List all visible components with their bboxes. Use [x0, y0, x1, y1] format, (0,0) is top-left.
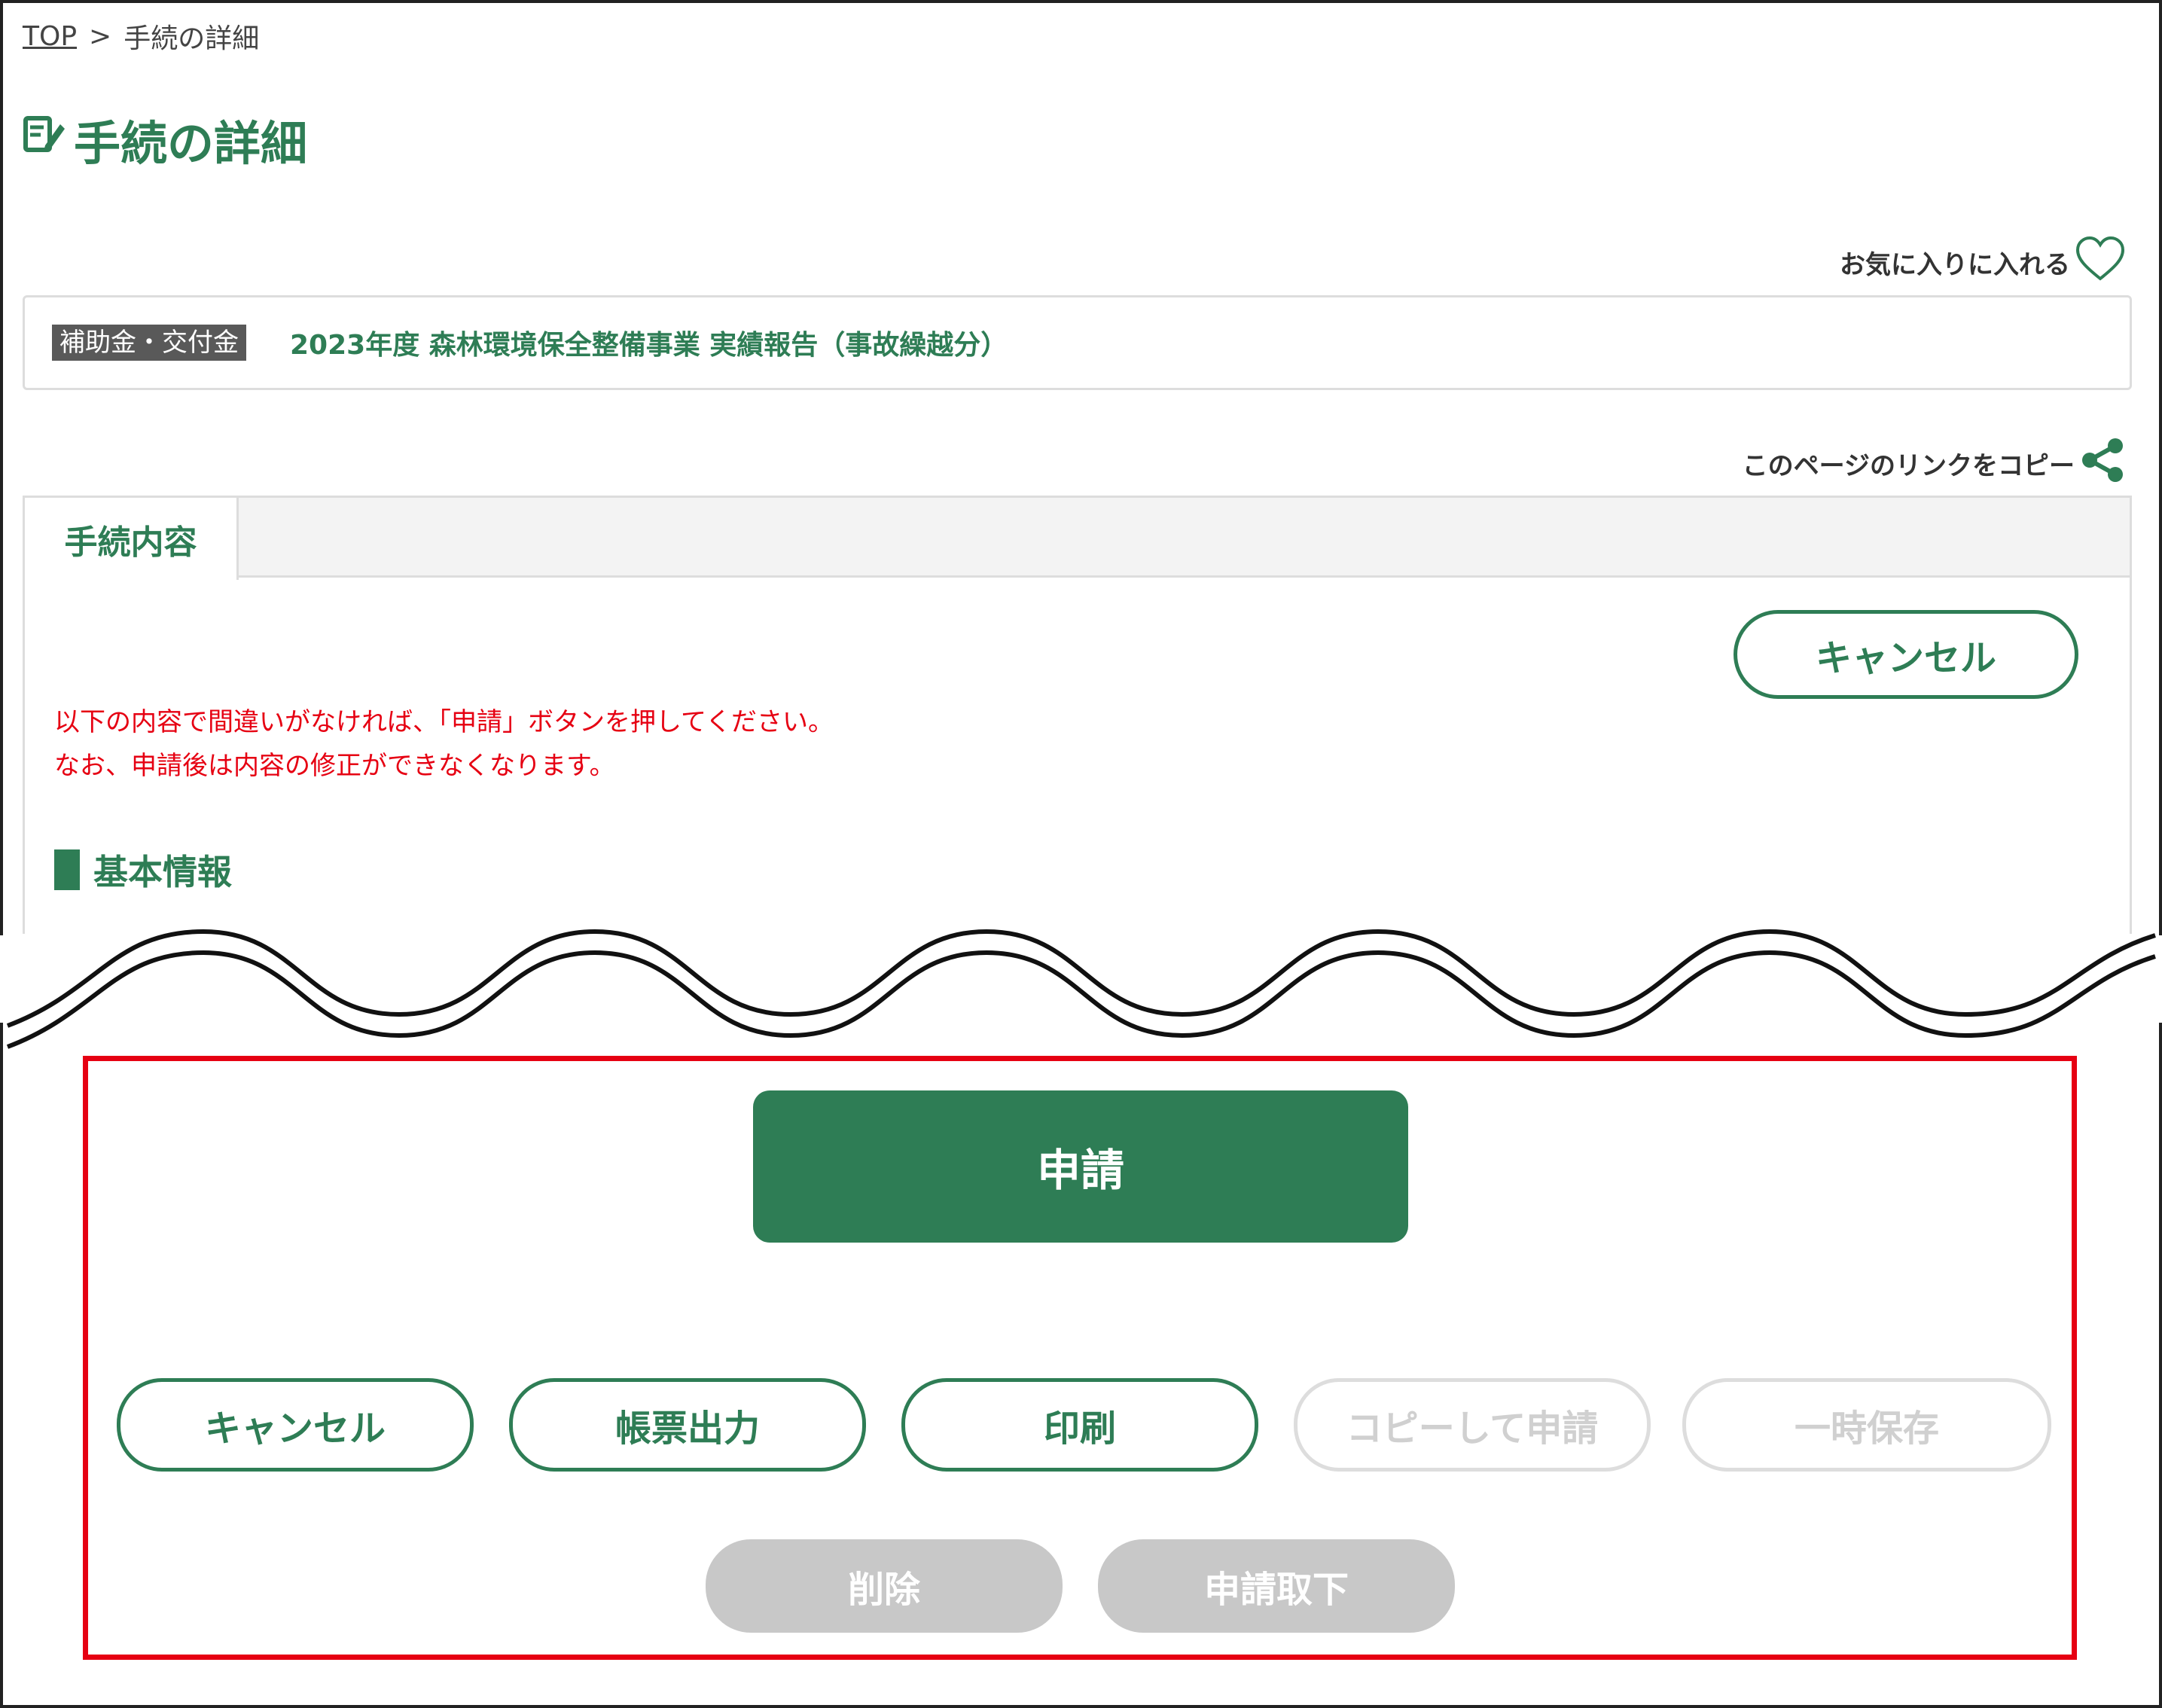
breadcrumb: TOP > 手続の詳細 [23, 17, 259, 56]
copy-link-button[interactable]: このページのリンクをコピー [1743, 437, 2126, 490]
copy-and-apply-button[interactable]: コピーして申請 [1294, 1378, 1651, 1472]
wave-separator [0, 929, 2162, 1049]
breadcrumb-separator: > [89, 20, 112, 52]
breadcrumb-top-link[interactable]: TOP [23, 21, 77, 52]
apply-notice: 以下の内容で間違いがなければ、「申請」ボタンを押してください。 なお、申請後は内… [54, 700, 834, 788]
temp-save-button[interactable]: 一時保存 [1682, 1378, 2051, 1472]
section-heading-marker [54, 849, 80, 890]
page-title: 手続の詳細 [23, 105, 307, 173]
section-heading-basic-info: 基本情報 [54, 845, 232, 895]
copy-link-label: このページのリンクをコピー [1742, 451, 2075, 481]
tab-procedure-content[interactable]: 手続内容 [25, 498, 239, 580]
section-heading-text: 基本情報 [93, 852, 232, 892]
delete-button[interactable]: 削除 [706, 1539, 1063, 1633]
apply-notice-line2: なお、申請後は内容の修正ができなくなります。 [54, 751, 615, 781]
heart-icon [2075, 235, 2126, 290]
favorite-button[interactable]: お気に入りに入れる [1840, 235, 2126, 290]
favorite-label: お気に入りに入れる [1840, 250, 2070, 280]
procedure-name: 2023年度 森林環境保全整備事業 実績報告（事故繰越分） [290, 330, 1008, 361]
cancel-button[interactable]: キャンセル [117, 1378, 474, 1472]
print-button[interactable]: 印刷 [901, 1378, 1258, 1472]
form-output-button[interactable]: 帳票出力 [509, 1378, 866, 1472]
share-icon [2079, 437, 2126, 490]
apply-notice-line1: 以下の内容で間違いがなければ、「申請」ボタンを押してください。 [54, 707, 834, 737]
cancel-button-top[interactable]: キャンセル [1734, 610, 2078, 699]
apply-button[interactable]: 申請 [753, 1090, 1408, 1243]
tab-strip [25, 498, 2130, 578]
edit-document-icon [23, 112, 66, 167]
page-title-text: 手続の詳細 [74, 116, 308, 171]
breadcrumb-current: 手続の詳細 [123, 23, 260, 54]
category-badge: 補助金・交付金 [52, 324, 246, 361]
procedure-info-box: 補助金・交付金 2023年度 森林環境保全整備事業 実績報告（事故繰越分） [23, 295, 2132, 390]
withdraw-button[interactable]: 申請取下 [1098, 1539, 1455, 1633]
